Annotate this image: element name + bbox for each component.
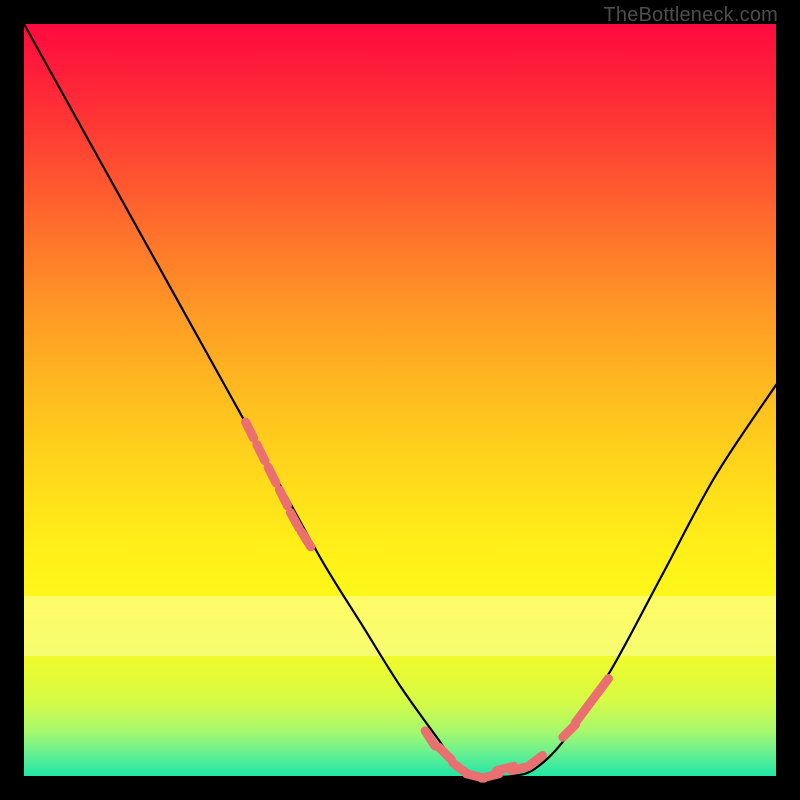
- attribution-text: TheBottleneck.com: [603, 4, 778, 27]
- plot-area: [24, 24, 776, 776]
- highlight-dot: [257, 445, 265, 461]
- chart-svg: [24, 24, 776, 776]
- chart-frame: TheBottleneck.com: [0, 0, 800, 800]
- bottleneck-curve: [24, 24, 776, 777]
- highlight-dot: [439, 747, 452, 760]
- highlight-dot: [598, 679, 609, 693]
- highlight-dot: [279, 490, 287, 506]
- highlight-dot: [301, 531, 310, 546]
- highlight-dot: [246, 422, 254, 438]
- highlight-dot: [268, 467, 276, 483]
